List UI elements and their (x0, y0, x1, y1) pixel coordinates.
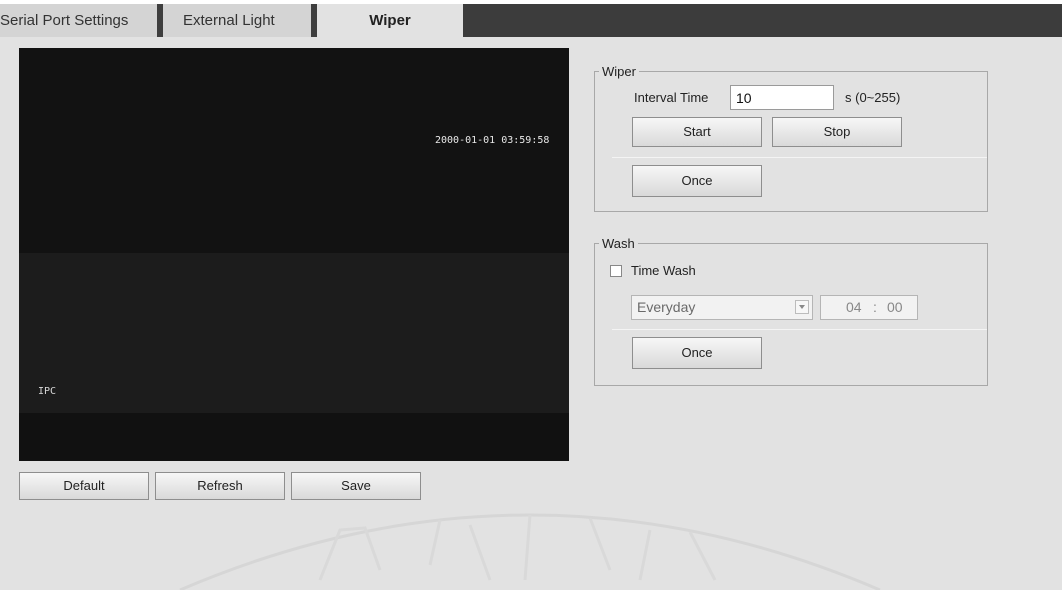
time-wash-checkbox[interactable] (610, 265, 622, 277)
tab-serial-port-settings[interactable]: Serial Port Settings (0, 4, 157, 37)
tab-wiper[interactable]: Wiper (317, 4, 463, 37)
tab-label: External Light (183, 12, 275, 29)
video-band-middle (19, 253, 569, 413)
tab-label: Serial Port Settings (0, 12, 129, 29)
interval-time-label: Interval Time (634, 90, 709, 105)
wiper-stop-button[interactable]: Stop (772, 117, 902, 147)
video-channel-label: IPC (38, 386, 57, 397)
wiper-once-button[interactable]: Once (632, 165, 762, 197)
wiper-legend: Wiper (602, 64, 636, 79)
interval-time-unit: s (0~255) (845, 90, 901, 105)
video-band-bottom (19, 413, 569, 461)
chevron-down-icon[interactable] (795, 300, 809, 314)
default-button[interactable]: Default (19, 472, 149, 500)
time-wash-label: Time Wash (631, 263, 696, 278)
tab-external-light[interactable]: External Light (163, 4, 311, 37)
watermark-logo-svg (179, 513, 881, 590)
video-timestamp: 2000-01-01 03:59:58 (435, 135, 550, 146)
video-preview: 2000-01-01 03:59:58 IPC (19, 48, 569, 461)
watermark-logo (170, 470, 890, 590)
wash-hour[interactable]: 04 (846, 296, 862, 319)
wash-divider (612, 329, 987, 330)
wash-time-separator: : (873, 299, 877, 315)
wash-minute[interactable]: 00 (887, 296, 903, 319)
tab-bar: Serial Port Settings External Light Wipe… (0, 0, 1062, 37)
wash-time-input[interactable]: 04 : 00 (820, 295, 918, 320)
video-band-top (19, 48, 569, 253)
wiper-start-button[interactable]: Start (632, 117, 762, 147)
interval-time-input[interactable] (730, 85, 834, 110)
wiper-divider (612, 157, 987, 158)
wash-schedule-value: Everyday (637, 299, 696, 315)
wash-legend: Wash (602, 236, 635, 251)
wash-schedule-select[interactable]: Everyday (631, 295, 813, 320)
wash-once-button[interactable]: Once (632, 337, 762, 369)
tab-label: Wiper (369, 12, 411, 29)
tab-bar-fill (463, 4, 1062, 37)
